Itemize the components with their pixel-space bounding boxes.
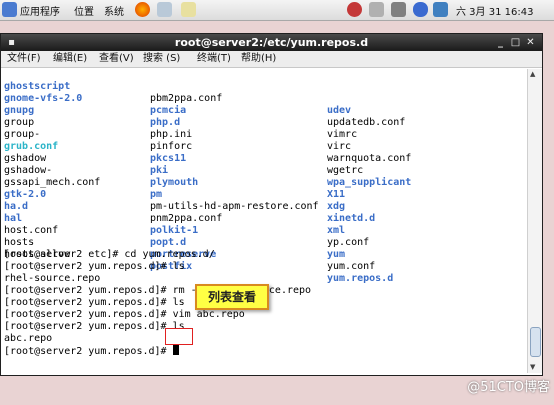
listing-row: hosts.allow postfix yum.repos.d — [4, 237, 393, 284]
session-line: [root@server2 etc]# cd yum.repos.d/ — [4, 249, 215, 260]
listing-row: gshadow pki wpa_supplicant — [4, 141, 411, 188]
listing-entry: warnquota.conf — [327, 153, 412, 164]
listing-row: group- pinforc warnquota.conf — [4, 117, 411, 164]
title-bar[interactable]: ▪ root@server2:/etc/yum.repos.d _ □ ✕ — [1, 34, 542, 51]
listing-entry: php.ini — [150, 129, 193, 140]
clock[interactable]: 六 3月 31 16:43 — [456, 3, 533, 18]
menu-view[interactable]: 查看(V) — [99, 51, 134, 67]
highlight-box — [165, 328, 193, 345]
scrollbar-thumb[interactable] — [530, 327, 541, 357]
listing-entry: xml — [327, 225, 346, 236]
listing-entry: pki — [150, 165, 169, 176]
session-line: [root@server2 yum.repos.d]# vim abc.repo — [4, 309, 245, 320]
listing-entry: yum.conf — [327, 261, 376, 272]
listing-row: ha.d pnm2ppa.conf xml — [4, 189, 345, 236]
scrollbar[interactable]: ▲ ▼ — [527, 69, 542, 373]
menu-search[interactable]: 搜索 (S) — [143, 51, 180, 67]
menu-bar: 文件(F) 编辑(E) 查看(V) 搜索 (S) 终端(T) 帮助(H) — [1, 51, 542, 68]
listing-entry: pkcs11 — [150, 153, 187, 164]
listing-entry: xdg — [327, 201, 346, 212]
listing-row: host.conf popt.d yum — [4, 213, 345, 260]
listing-entry: pm — [150, 189, 163, 200]
listing-entry: popt.d — [150, 237, 187, 248]
listing-row: gnupg php.d vimrc — [4, 93, 357, 140]
listing-entry: pbm2ppa.conf — [150, 93, 223, 104]
network-icon[interactable] — [369, 2, 384, 17]
menu-edit[interactable]: 编辑(E) — [53, 51, 87, 67]
menu-file[interactable]: 文件(F) — [7, 51, 41, 67]
menu-help[interactable]: 帮助(H) — [241, 51, 276, 67]
session-line: [root@server2 yum.repos.d]# ls — [4, 321, 185, 332]
annotation-callout: 列表查看 — [195, 284, 269, 310]
session-line: abc.repo — [4, 333, 53, 344]
text-cursor — [172, 345, 179, 355]
listing-entry: php.d — [150, 117, 181, 128]
update-alert-icon[interactable] — [347, 2, 362, 17]
listing-row: gnome-vfs-2.0 pcmcia updatedb.conf — [4, 81, 405, 128]
scroll-up-icon[interactable]: ▲ — [530, 70, 535, 78]
listing-entry: pinforc — [150, 141, 193, 152]
session-line: [root@server2 yum.repos.d]# — [4, 346, 173, 357]
listing-entry: plymouth — [150, 177, 199, 188]
listing-row: gtk-2.0 pm-utils-hd-apm-restore.conf xin… — [4, 177, 375, 224]
maximize-icon[interactable]: □ — [509, 36, 522, 49]
listing-entry: pnm2ppa.conf — [150, 213, 223, 224]
watermark: @51CTO博客 — [467, 380, 550, 395]
listing-row: gshadow- plymouth X11 — [4, 153, 345, 200]
listing-entry: udev — [327, 105, 352, 116]
close-icon[interactable]: ✕ — [524, 36, 537, 49]
top-panel: 应用程序 位置 系统 六 3月 31 16:43 — [0, 0, 554, 21]
listing-row: grub.conf pkcs11 wgetrc — [4, 129, 363, 176]
terminal-window: ▪ root@server2:/etc/yum.repos.d _ □ ✕ 文件… — [0, 33, 543, 376]
bluetooth-icon[interactable] — [413, 2, 428, 17]
terminal-output[interactable]: ghostscript pbm2ppa.conf udev gnome-vfs-… — [4, 69, 524, 373]
session-line: [root@server2 yum.repos.d]# ls — [4, 261, 185, 272]
menu-terminal[interactable]: 终端(T) — [197, 51, 231, 67]
listing-entry: wgetrc — [327, 165, 364, 176]
listing-row: hal polkit-1 yp.conf — [4, 201, 369, 248]
listing-row: ghostscript pbm2ppa.conf udev — [4, 69, 351, 116]
listing-row: gssapi_mech.conf pm xdg — [4, 165, 345, 212]
listing-entry: vimrc — [327, 129, 358, 140]
listing-entry: updatedb.conf — [327, 117, 406, 128]
window-title: root@server2:/etc/yum.repos.d — [174, 36, 369, 49]
session-line: [root@server2 yum.repos.d]# ls — [4, 297, 185, 308]
listing-row: hosts portreserve yum.conf — [4, 225, 375, 272]
notes-launcher-icon[interactable] — [181, 2, 196, 17]
prompt-line[interactable]: [root@server2 yum.repos.d]# — [4, 345, 179, 357]
listing-row: group php.ini virc — [4, 105, 351, 152]
scroll-down-icon[interactable]: ▼ — [530, 363, 535, 371]
listing-entry: pcmcia — [150, 105, 187, 116]
listing-entry: X11 — [327, 189, 346, 200]
applications-menu[interactable]: 应用程序 — [20, 3, 60, 18]
listing-entry: virc — [327, 141, 352, 152]
listing-entry: yp.conf — [327, 237, 370, 248]
power-icon[interactable] — [433, 2, 448, 17]
listing-entry: yum.repos.d — [327, 273, 394, 284]
listing-entry: polkit-1 — [150, 225, 199, 236]
listing-entry: yum — [327, 249, 346, 260]
system-menu[interactable]: 系统 — [104, 3, 124, 18]
listing-entry: xinetd.d — [327, 213, 376, 224]
firefox-launcher-icon[interactable] — [135, 2, 150, 17]
session-line: rhel-source.repo — [4, 273, 101, 284]
mail-launcher-icon[interactable] — [157, 2, 172, 17]
minimize-icon[interactable]: _ — [494, 36, 507, 49]
apps-menu-icon[interactable] — [2, 2, 17, 17]
listing-entry: wpa_supplicant — [327, 177, 412, 188]
volume-icon[interactable] — [391, 2, 406, 17]
listing-entry: pm-utils-hd-apm-restore.conf — [150, 201, 319, 212]
places-menu[interactable]: 位置 — [74, 3, 94, 18]
